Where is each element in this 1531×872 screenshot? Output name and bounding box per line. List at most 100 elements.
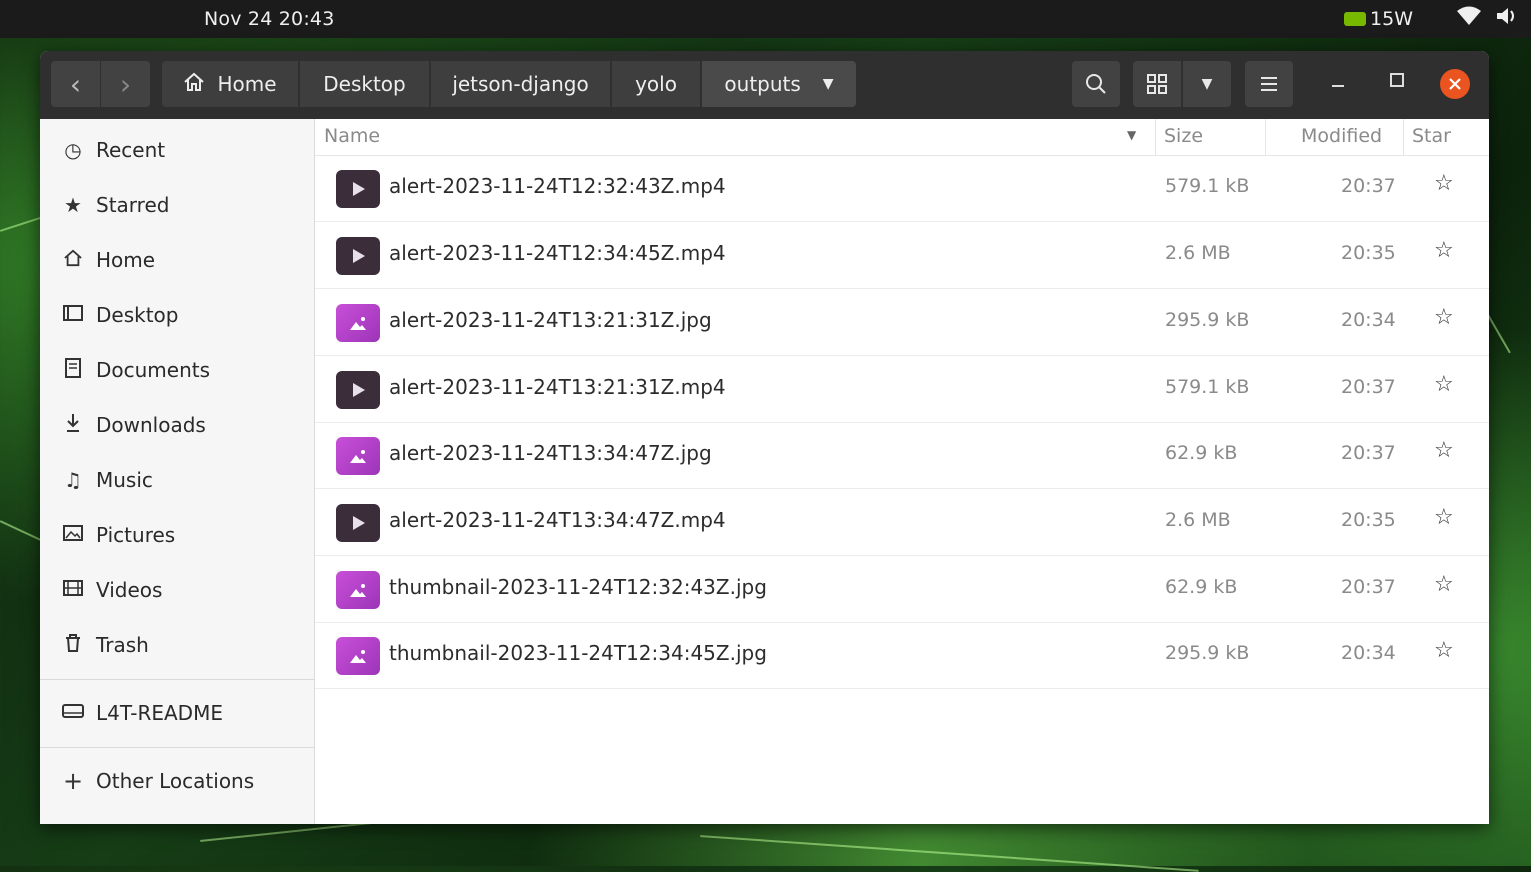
sidebar-item-label: Recent [96,138,166,162]
column-header-star[interactable]: Star [1412,125,1451,147]
download-icon [60,413,86,438]
video-icon [60,578,86,602]
star-toggle-icon[interactable]: ☆ [1434,638,1454,663]
system-tray[interactable]: 15W [1344,6,1519,31]
maximize-button[interactable] [1389,69,1405,93]
sidebar-item-videos[interactable]: Videos [40,566,314,614]
column-header-name[interactable]: Name [324,125,380,147]
file-row[interactable]: thumbnail-2023-11-24T12:32:43Z.jpg 62.9 … [315,556,1489,623]
sidebar-item-label: Starred [96,193,170,217]
caret-down-icon[interactable]: ▼ [823,76,834,92]
breadcrumb-outputs[interactable]: outputs ▼ [702,61,856,107]
sidebar-item-label: Videos [96,578,163,602]
file-size: 295.9 kB [1165,309,1250,331]
file-row[interactable]: thumbnail-2023-11-24T12:34:45Z.jpg 295.9… [315,622,1489,689]
sidebar-item-downloads[interactable]: Downloads [40,401,314,449]
view-options-button[interactable]: ▼ [1183,61,1231,107]
nvidia-power-indicator[interactable]: 15W [1344,8,1413,30]
hamburger-menu-icon [1261,77,1277,91]
close-icon [1449,78,1461,90]
sidebar-item-label: Music [96,468,153,492]
power-label: 15W [1370,7,1413,30]
column-header-row: Name ▼ Size Modified Star [315,119,1489,156]
file-modified: 20:35 [1341,242,1396,264]
breadcrumb-desktop[interactable]: Desktop [300,61,429,107]
plus-icon: + [62,767,84,795]
file-modified: 20:35 [1341,509,1396,531]
trash-icon [60,633,86,658]
image-file-icon [336,304,380,342]
minimize-icon [1332,85,1344,87]
sidebar-item-label: Downloads [96,413,206,437]
file-size: 2.6 MB [1165,242,1231,264]
breadcrumb-home[interactable]: Home [162,61,298,107]
desktop-icon [60,303,86,327]
sidebar-item-recent[interactable]: ◷ Recent [40,126,314,174]
sidebar-divider [40,679,314,680]
sidebar-item-pictures[interactable]: Pictures [40,511,314,559]
sort-descending-icon[interactable]: ▼ [1127,128,1136,142]
view-toggle-button[interactable] [1133,61,1181,107]
main-menu-button[interactable] [1245,61,1293,107]
file-modified: 20:37 [1341,576,1396,598]
file-name: alert-2023-11-24T12:34:45Z.mp4 [389,241,726,265]
back-button[interactable]: ‹ [51,61,100,107]
search-button[interactable] [1072,61,1120,107]
star-toggle-icon[interactable]: ☆ [1434,305,1454,330]
top-bar: Nov 24 20:43 15W [0,0,1531,38]
sidebar-item-other-locations[interactable]: + Other Locations [40,757,314,805]
star-toggle-icon[interactable]: ☆ [1434,238,1454,263]
picture-icon [60,523,86,547]
file-row[interactable]: alert-2023-11-24T13:21:31Z.mp4 579.1 kB … [315,356,1489,423]
wallpaper-streak [699,835,1199,872]
sidebar-item-documents[interactable]: Documents [40,346,314,394]
sidebar-item-music[interactable]: ♫ Music [40,456,314,504]
sidebar-item-label: Pictures [96,523,176,547]
breadcrumb-label: outputs [724,72,801,96]
file-name: alert-2023-11-24T12:32:43Z.mp4 [389,174,726,198]
file-modified: 20:37 [1341,175,1396,197]
volume-icon[interactable] [1495,6,1519,31]
file-row[interactable]: alert-2023-11-24T13:34:47Z.jpg 62.9 kB 2… [315,422,1489,489]
star-toggle-icon[interactable]: ☆ [1434,572,1454,597]
file-row[interactable]: alert-2023-11-24T12:34:45Z.mp4 2.6 MB 20… [315,222,1489,289]
file-modified: 20:34 [1341,642,1396,664]
image-file-icon [336,437,380,475]
minimize-button[interactable] [1330,69,1346,93]
star-toggle-icon[interactable]: ☆ [1434,372,1454,397]
file-row[interactable]: alert-2023-11-24T12:32:43Z.mp4 579.1 kB … [315,155,1489,222]
file-size: 579.1 kB [1165,175,1250,197]
breadcrumb-jetson-django[interactable]: jetson-django [431,61,610,107]
file-size: 579.1 kB [1165,376,1250,398]
sidebar-item-desktop[interactable]: Desktop [40,291,314,339]
clock-icon: ◷ [64,138,82,162]
column-divider [1265,119,1266,155]
sidebar-item-label: Trash [96,633,149,657]
forward-button[interactable]: › [101,61,150,107]
close-button[interactable] [1440,69,1470,99]
video-file-icon [336,371,380,409]
image-file-icon [336,571,380,609]
star-toggle-icon[interactable]: ☆ [1434,505,1454,530]
breadcrumb-label: jetson-django [452,72,589,96]
column-header-size[interactable]: Size [1164,125,1203,147]
sidebar-item-label: Desktop [96,303,179,327]
sidebar-item-home[interactable]: Home [40,236,314,284]
breadcrumb-yolo[interactable]: yolo [612,61,700,107]
star-toggle-icon[interactable]: ☆ [1434,171,1454,196]
file-row[interactable]: alert-2023-11-24T13:34:47Z.mp4 2.6 MB 20… [315,489,1489,556]
star-toggle-icon[interactable]: ☆ [1434,438,1454,463]
drive-icon [60,701,86,725]
breadcrumb-label: Home [217,72,277,96]
file-size: 62.9 kB [1165,576,1238,598]
home-icon [60,248,86,272]
wifi-icon[interactable] [1457,6,1481,31]
file-row[interactable]: alert-2023-11-24T13:21:31Z.jpg 295.9 kB … [315,289,1489,356]
clock[interactable]: Nov 24 20:43 [204,8,335,30]
column-divider [1155,119,1156,155]
sidebar-item-starred[interactable]: ★ Starred [40,181,314,229]
sidebar-item-trash[interactable]: Trash [40,621,314,669]
column-header-modified[interactable]: Modified [1301,125,1382,147]
sidebar-item-l4t-readme[interactable]: L4T-README [40,689,314,737]
file-size: 295.9 kB [1165,642,1250,664]
